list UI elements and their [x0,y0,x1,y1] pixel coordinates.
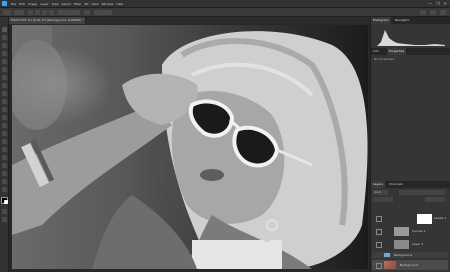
frame-tool-icon[interactable] [2,67,7,72]
layer-thumbnail [394,240,409,249]
histogram-panel [371,24,450,48]
portrait-photo [12,25,368,269]
background-color-swatch[interactable] [4,200,8,204]
menu-3d[interactable]: 3D [84,2,88,6]
crop-tool-icon[interactable] [2,59,7,64]
pen-tool-icon[interactable] [2,147,7,152]
visibility-eye-icon[interactable] [376,216,382,222]
healing-brush-tool-icon[interactable] [2,83,7,88]
eraser-tool-icon[interactable] [2,115,7,120]
menu-window[interactable]: Window [102,2,114,6]
clone-stamp-tool-icon[interactable] [2,99,7,104]
minimize-button[interactable]: — [428,1,432,6]
maximize-button[interactable]: ❐ [436,1,440,6]
layers-panel: Kind Levels 1 Curves 1 Layer 1 Backgroun… [371,188,450,272]
menu-select[interactable]: Select [62,2,71,6]
photoshop-logo-icon[interactable] [2,1,7,6]
menu-bar: File Edit Image Layer Type Select Filter… [0,0,450,8]
history-brush-tool-icon[interactable] [2,107,7,112]
layer-thumbnail [394,227,409,236]
style-select[interactable] [94,10,112,15]
layer-thumbnail [384,261,396,269]
canvas-image[interactable] [12,25,368,269]
type-tool-icon[interactable] [2,155,7,160]
menu-view[interactable]: View [91,2,98,6]
opacity-field[interactable] [425,197,445,202]
right-panel-dock: Histogram Navigator Info Properties No P… [370,17,450,272]
folder-icon [384,253,390,257]
quick-mask-icon[interactable] [2,209,7,214]
gradient-tool-icon[interactable] [2,123,7,128]
menu-edit[interactable]: Edit [19,2,25,6]
quick-select-tool-icon[interactable] [2,51,7,56]
window-controls: — ❐ ✕ [428,1,447,6]
tool-preset-picker[interactable] [14,10,24,15]
screen-mode-icon[interactable] [2,217,7,222]
layer-filter-select[interactable]: Kind [373,190,388,195]
anti-alias-checkbox[interactable] [84,10,90,15]
menu-file[interactable]: File [11,2,16,6]
move-tool-icon[interactable] [2,27,7,32]
layer-name: Background [400,263,418,267]
add-selection-icon[interactable] [35,10,40,15]
brush-tool-icon[interactable] [2,91,7,96]
layer-thumbnail [417,214,432,224]
hand-tool-icon[interactable] [2,179,7,184]
histogram-graph [377,30,445,46]
new-selection-icon[interactable] [28,10,33,15]
lasso-tool-icon[interactable] [2,43,7,48]
properties-empty-text: No Properties [374,57,395,61]
main-menu: File Edit Image Layer Type Select Filter… [11,2,123,6]
visibility-eye-icon[interactable] [376,242,382,248]
shape-tool-icon[interactable] [2,171,7,176]
options-bar [0,8,450,17]
share-icon[interactable] [440,10,446,15]
layer-row[interactable]: Curves 1 [372,226,448,237]
path-select-tool-icon[interactable] [2,163,7,168]
properties-panel: No Properties [371,55,450,181]
zoom-tool-icon[interactable] [2,187,7,192]
group-name: Background [394,253,412,257]
visibility-eye-icon[interactable] [376,263,382,269]
layer-row[interactable]: Levels 1 [372,213,448,224]
visibility-eye-icon[interactable] [376,229,382,235]
canvas-area[interactable] [9,24,370,272]
layer-group-row[interactable]: Background [372,252,448,258]
subtract-selection-icon[interactable] [42,10,47,15]
marquee-tool-icon[interactable] [2,35,7,40]
menu-image[interactable]: Image [28,2,37,6]
blur-tool-icon[interactable] [2,131,7,136]
tools-panel [0,17,9,272]
workspace-icon[interactable] [430,10,436,15]
layer-filter-icons[interactable] [399,190,445,195]
layer-name: Layer 1 [412,242,424,246]
home-icon[interactable] [3,10,11,15]
menu-layer[interactable]: Layer [40,2,48,6]
menu-help[interactable]: Help [116,2,123,6]
layer-name: Levels 1 [434,216,447,220]
close-button[interactable]: ✕ [444,1,447,6]
dodge-tool-icon[interactable] [2,139,7,144]
blend-mode-select[interactable] [373,197,393,202]
eyedropper-tool-icon[interactable] [2,75,7,80]
layer-row-selected[interactable]: Background [372,260,448,270]
layer-row[interactable]: Layer 1 [372,239,448,250]
feather-field[interactable] [58,10,80,15]
document-tab-bar: DSCF7437 (1) @ 61.7% (Background, RGB/8#… [9,17,370,26]
layer-name: Curves 1 [412,229,426,233]
intersect-selection-icon[interactable] [49,10,54,15]
search-icon[interactable] [420,10,426,15]
menu-type[interactable]: Type [52,2,59,6]
menu-filter[interactable]: Filter [74,2,81,6]
